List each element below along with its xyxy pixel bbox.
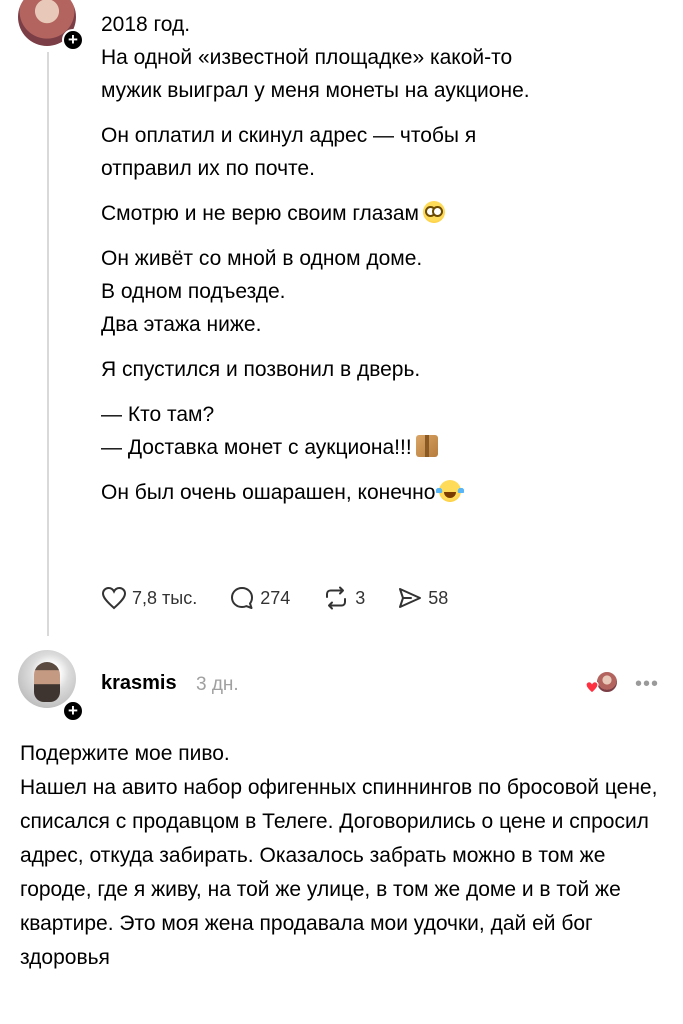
post-time: 3 дн. (196, 674, 239, 695)
share-count: 58 (428, 587, 449, 608)
follow-plus-icon[interactable]: + (62, 29, 84, 51)
post-line: Я спустился и позвонил в дверь. (101, 358, 421, 381)
post-text: Подержите мое пиво. Нашел на авито набор… (20, 742, 658, 969)
post-line: Он живёт со мной в одном доме. В одном п… (101, 247, 423, 336)
repost-button[interactable]: 3 (322, 585, 365, 611)
package-emoji-icon (415, 435, 438, 457)
like-count: 7,8 тыс. (132, 587, 198, 608)
avatar[interactable] (18, 650, 76, 708)
avatar-photo (34, 662, 60, 702)
post-line: 2018 год. (101, 13, 191, 36)
heart-filled-icon (585, 680, 599, 694)
post-actions: 7,8 тыс. 274 3 58 (101, 583, 480, 613)
post-line: — Кто там? — Доставка монет с аукциона!!… (101, 403, 412, 459)
follow-plus-icon[interactable]: + (62, 700, 84, 722)
post-line: Смотрю и не верю своим глазам (101, 202, 419, 225)
share-button[interactable]: 58 (397, 586, 448, 610)
repost-icon (326, 586, 347, 610)
comment-icon (231, 587, 254, 609)
flushed-face-emoji-icon (422, 201, 445, 223)
post-line: На одной «известной площадке» какой-то м… (101, 46, 530, 102)
send-icon (399, 588, 422, 608)
thread-line (47, 52, 49, 636)
post-line: Он оплатил и скинул адрес — чтобы я отпр… (101, 124, 477, 180)
post-text: 2018 год. На одной «известной площадке» … (101, 8, 661, 509)
comment-count: 274 (260, 587, 291, 608)
like-button[interactable]: 7,8 тыс. (101, 586, 197, 610)
comment-button[interactable]: 274 (229, 585, 290, 611)
username[interactable]: krasmis (101, 672, 177, 695)
repost-count: 3 (355, 587, 366, 608)
heart-icon (101, 586, 127, 610)
post-line: Он был очень ошарашен, конечно (101, 481, 436, 504)
liked-by-author-badge[interactable] (583, 668, 623, 698)
post-line-with-emoji: Он оплатил и скинул адрес — чтобы я отпр… (101, 119, 661, 185)
post-line-with-emoji: Он был очень ошарашен, конечно (101, 476, 661, 509)
more-options-icon[interactable]: ••• (635, 673, 659, 696)
post-line-with-emoji: — Кто там? — Доставка монет с аукциона!!… (101, 398, 661, 464)
post-line-with-emoji: Смотрю и не верю своим глазам (101, 197, 661, 230)
tears-of-joy-emoji-icon (436, 480, 465, 502)
